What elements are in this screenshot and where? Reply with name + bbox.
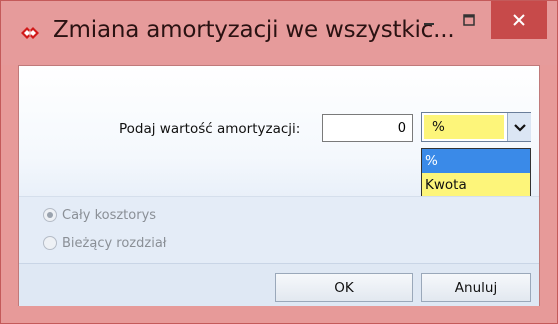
close-icon bbox=[513, 11, 525, 30]
minimize-button[interactable] bbox=[409, 1, 449, 39]
unit-option-percent[interactable]: % bbox=[422, 149, 530, 173]
title-bar[interactable]: Zmiana amortyzacji we wszystkic... bbox=[1, 1, 557, 65]
minimize-icon bbox=[423, 11, 435, 30]
cancel-button[interactable]: Anuluj bbox=[421, 273, 531, 302]
radio-button[interactable] bbox=[43, 236, 57, 250]
radio-button[interactable] bbox=[43, 208, 57, 222]
dialog-window: Zmiana amortyzacji we wszystkic... Podaj… bbox=[0, 0, 558, 324]
unit-select[interactable]: % bbox=[421, 112, 531, 142]
scope-option-current-chapter[interactable]: Bieżący rozdział bbox=[43, 232, 166, 254]
maximize-icon bbox=[463, 11, 475, 30]
scope-option-label: Cały kosztorys bbox=[62, 207, 157, 223]
double-diamond-icon bbox=[19, 23, 41, 43]
dialog-content: Podaj wartość amortyzacji: % % Kwota Cał… bbox=[18, 65, 540, 306]
chevron-down-icon bbox=[513, 118, 526, 137]
unit-dropdown-list: % Kwota bbox=[421, 148, 531, 199]
unit-option-amount[interactable]: Kwota bbox=[422, 173, 530, 197]
scope-option-label: Bieżący rozdział bbox=[62, 235, 167, 251]
amount-section: Podaj wartość amortyzacji: % % Kwota bbox=[19, 66, 539, 199]
ok-button[interactable]: OK bbox=[275, 273, 413, 302]
unit-selected-value: % bbox=[424, 115, 504, 139]
scope-option-whole[interactable]: Cały kosztorys bbox=[43, 204, 156, 226]
unit-dropdown-button[interactable] bbox=[507, 113, 531, 141]
depreciation-value-input[interactable] bbox=[322, 114, 413, 142]
window-title: Zmiana amortyzacji we wszystkic... bbox=[53, 17, 455, 43]
scope-section: Cały kosztorys Bieżący rozdział bbox=[19, 196, 539, 264]
maximize-button[interactable] bbox=[449, 1, 489, 39]
depreciation-label: Podaj wartość amortyzacji: bbox=[119, 121, 301, 137]
button-bar: OK Anuluj bbox=[19, 263, 539, 306]
close-button[interactable] bbox=[491, 1, 547, 39]
